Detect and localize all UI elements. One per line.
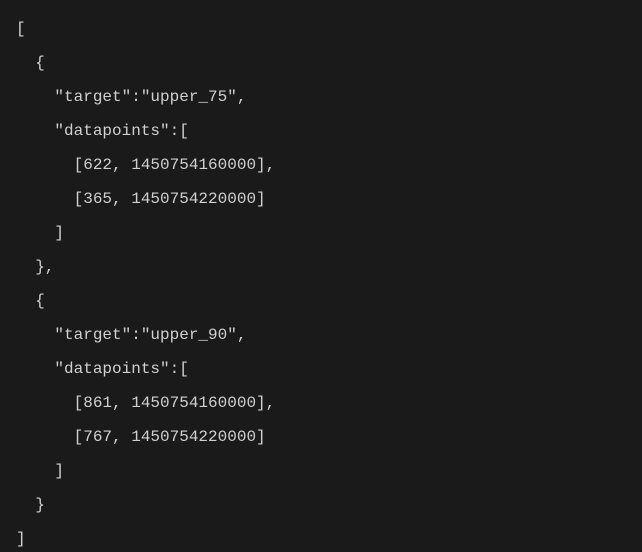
json-code-block: [ { "target":"upper_75", "datapoints":[ … [0, 0, 642, 552]
